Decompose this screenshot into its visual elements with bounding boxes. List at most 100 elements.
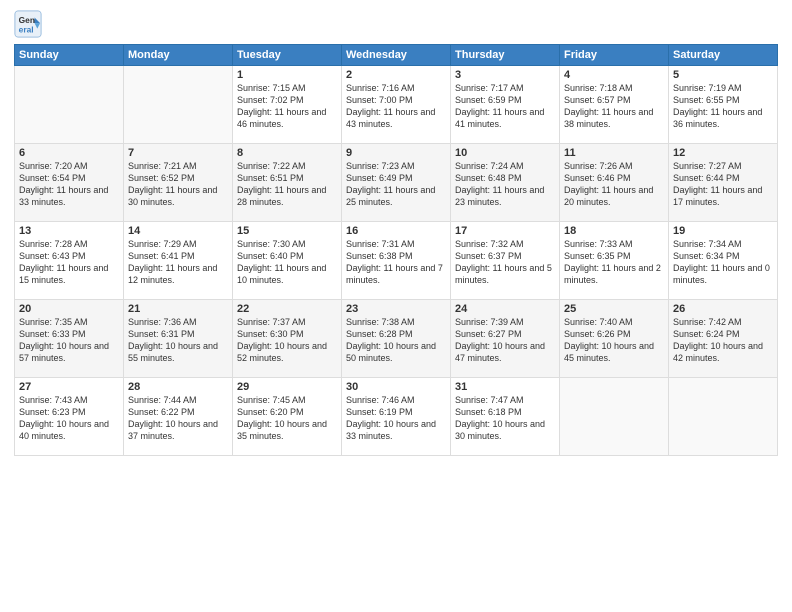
cell-text: Sunrise: 7:27 AM [673, 160, 773, 172]
day-number: 18 [564, 225, 664, 237]
calendar-cell: 31Sunrise: 7:47 AMSunset: 6:18 PMDayligh… [451, 378, 560, 456]
calendar-cell: 15Sunrise: 7:30 AMSunset: 6:40 PMDayligh… [233, 222, 342, 300]
cell-text: Sunrise: 7:18 AM [564, 82, 664, 94]
cell-text: Sunrise: 7:24 AM [455, 160, 555, 172]
day-number: 6 [19, 147, 119, 159]
day-number: 29 [237, 381, 337, 393]
cell-text: Sunrise: 7:21 AM [128, 160, 228, 172]
cell-text: Daylight: 11 hours and 25 minutes. [346, 184, 446, 208]
cell-text: Sunrise: 7:20 AM [19, 160, 119, 172]
cell-text: Daylight: 10 hours and 52 minutes. [237, 340, 337, 364]
calendar-page: Gen eral SundayMondayTuesdayWednesdayThu… [0, 0, 792, 612]
calendar-cell [124, 66, 233, 144]
cell-text: Daylight: 10 hours and 55 minutes. [128, 340, 228, 364]
cell-text: Sunset: 6:35 PM [564, 250, 664, 262]
cell-text: Sunrise: 7:17 AM [455, 82, 555, 94]
cell-text: Sunrise: 7:23 AM [346, 160, 446, 172]
cell-text: Sunset: 6:54 PM [19, 172, 119, 184]
header-day-sunday: Sunday [15, 45, 124, 66]
day-number: 28 [128, 381, 228, 393]
cell-text: Sunset: 6:46 PM [564, 172, 664, 184]
cell-text: Sunset: 6:28 PM [346, 328, 446, 340]
calendar-cell [669, 378, 778, 456]
day-number: 20 [19, 303, 119, 315]
header-row: SundayMondayTuesdayWednesdayThursdayFrid… [15, 45, 778, 66]
cell-text: Daylight: 10 hours and 33 minutes. [346, 418, 446, 442]
calendar-cell: 12Sunrise: 7:27 AMSunset: 6:44 PMDayligh… [669, 144, 778, 222]
calendar-cell: 20Sunrise: 7:35 AMSunset: 6:33 PMDayligh… [15, 300, 124, 378]
day-number: 30 [346, 381, 446, 393]
cell-text: Sunset: 6:57 PM [564, 94, 664, 106]
cell-text: Daylight: 10 hours and 30 minutes. [455, 418, 555, 442]
cell-text: Daylight: 10 hours and 35 minutes. [237, 418, 337, 442]
calendar-cell: 7Sunrise: 7:21 AMSunset: 6:52 PMDaylight… [124, 144, 233, 222]
cell-text: Sunset: 6:51 PM [237, 172, 337, 184]
day-number: 26 [673, 303, 773, 315]
cell-text: Daylight: 10 hours and 45 minutes. [564, 340, 664, 364]
cell-text: Daylight: 11 hours and 30 minutes. [128, 184, 228, 208]
cell-text: Sunrise: 7:35 AM [19, 316, 119, 328]
cell-text: Daylight: 11 hours and 5 minutes. [455, 262, 555, 286]
cell-text: Daylight: 10 hours and 57 minutes. [19, 340, 119, 364]
cell-text: Daylight: 11 hours and 28 minutes. [237, 184, 337, 208]
day-number: 5 [673, 69, 773, 81]
calendar-cell: 18Sunrise: 7:33 AMSunset: 6:35 PMDayligh… [560, 222, 669, 300]
calendar-cell: 24Sunrise: 7:39 AMSunset: 6:27 PMDayligh… [451, 300, 560, 378]
cell-text: Sunrise: 7:33 AM [564, 238, 664, 250]
cell-text: Sunset: 6:22 PM [128, 406, 228, 418]
cell-text: Daylight: 11 hours and 7 minutes. [346, 262, 446, 286]
calendar-cell: 21Sunrise: 7:36 AMSunset: 6:31 PMDayligh… [124, 300, 233, 378]
day-number: 19 [673, 225, 773, 237]
day-number: 9 [346, 147, 446, 159]
cell-text: Daylight: 11 hours and 2 minutes. [564, 262, 664, 286]
day-number: 8 [237, 147, 337, 159]
cell-text: Sunrise: 7:36 AM [128, 316, 228, 328]
day-number: 4 [564, 69, 664, 81]
cell-text: Sunset: 6:27 PM [455, 328, 555, 340]
cell-text: Daylight: 11 hours and 36 minutes. [673, 106, 773, 130]
calendar-week-0: 1Sunrise: 7:15 AMSunset: 7:02 PMDaylight… [15, 66, 778, 144]
cell-text: Daylight: 11 hours and 46 minutes. [237, 106, 337, 130]
cell-text: Sunrise: 7:38 AM [346, 316, 446, 328]
cell-text: Sunset: 6:52 PM [128, 172, 228, 184]
cell-text: Daylight: 11 hours and 15 minutes. [19, 262, 119, 286]
calendar-cell: 8Sunrise: 7:22 AMSunset: 6:51 PMDaylight… [233, 144, 342, 222]
cell-text: Sunset: 7:00 PM [346, 94, 446, 106]
header-day-thursday: Thursday [451, 45, 560, 66]
header: Gen eral [14, 10, 778, 38]
day-number: 1 [237, 69, 337, 81]
cell-text: Daylight: 11 hours and 33 minutes. [19, 184, 119, 208]
day-number: 22 [237, 303, 337, 315]
cell-text: Sunrise: 7:22 AM [237, 160, 337, 172]
calendar-cell: 2Sunrise: 7:16 AMSunset: 7:00 PMDaylight… [342, 66, 451, 144]
cell-text: Sunrise: 7:28 AM [19, 238, 119, 250]
day-number: 25 [564, 303, 664, 315]
calendar-cell: 3Sunrise: 7:17 AMSunset: 6:59 PMDaylight… [451, 66, 560, 144]
cell-text: Daylight: 11 hours and 38 minutes. [564, 106, 664, 130]
cell-text: Sunset: 6:33 PM [19, 328, 119, 340]
calendar-cell: 17Sunrise: 7:32 AMSunset: 6:37 PMDayligh… [451, 222, 560, 300]
logo-icon: Gen eral [14, 10, 42, 38]
calendar-cell: 27Sunrise: 7:43 AMSunset: 6:23 PMDayligh… [15, 378, 124, 456]
cell-text: Sunrise: 7:46 AM [346, 394, 446, 406]
cell-text: Sunrise: 7:16 AM [346, 82, 446, 94]
cell-text: Daylight: 11 hours and 12 minutes. [128, 262, 228, 286]
cell-text: Sunrise: 7:45 AM [237, 394, 337, 406]
calendar-cell [560, 378, 669, 456]
cell-text: Sunset: 6:49 PM [346, 172, 446, 184]
calendar-cell: 19Sunrise: 7:34 AMSunset: 6:34 PMDayligh… [669, 222, 778, 300]
day-number: 14 [128, 225, 228, 237]
calendar-week-1: 6Sunrise: 7:20 AMSunset: 6:54 PMDaylight… [15, 144, 778, 222]
cell-text: Sunrise: 7:40 AM [564, 316, 664, 328]
day-number: 12 [673, 147, 773, 159]
calendar-cell: 28Sunrise: 7:44 AMSunset: 6:22 PMDayligh… [124, 378, 233, 456]
cell-text: Sunrise: 7:26 AM [564, 160, 664, 172]
calendar-cell: 26Sunrise: 7:42 AMSunset: 6:24 PMDayligh… [669, 300, 778, 378]
calendar-cell: 16Sunrise: 7:31 AMSunset: 6:38 PMDayligh… [342, 222, 451, 300]
cell-text: Sunset: 6:26 PM [564, 328, 664, 340]
cell-text: Daylight: 11 hours and 0 minutes. [673, 262, 773, 286]
cell-text: Sunset: 6:19 PM [346, 406, 446, 418]
day-number: 13 [19, 225, 119, 237]
cell-text: Sunset: 6:55 PM [673, 94, 773, 106]
cell-text: Daylight: 10 hours and 37 minutes. [128, 418, 228, 442]
